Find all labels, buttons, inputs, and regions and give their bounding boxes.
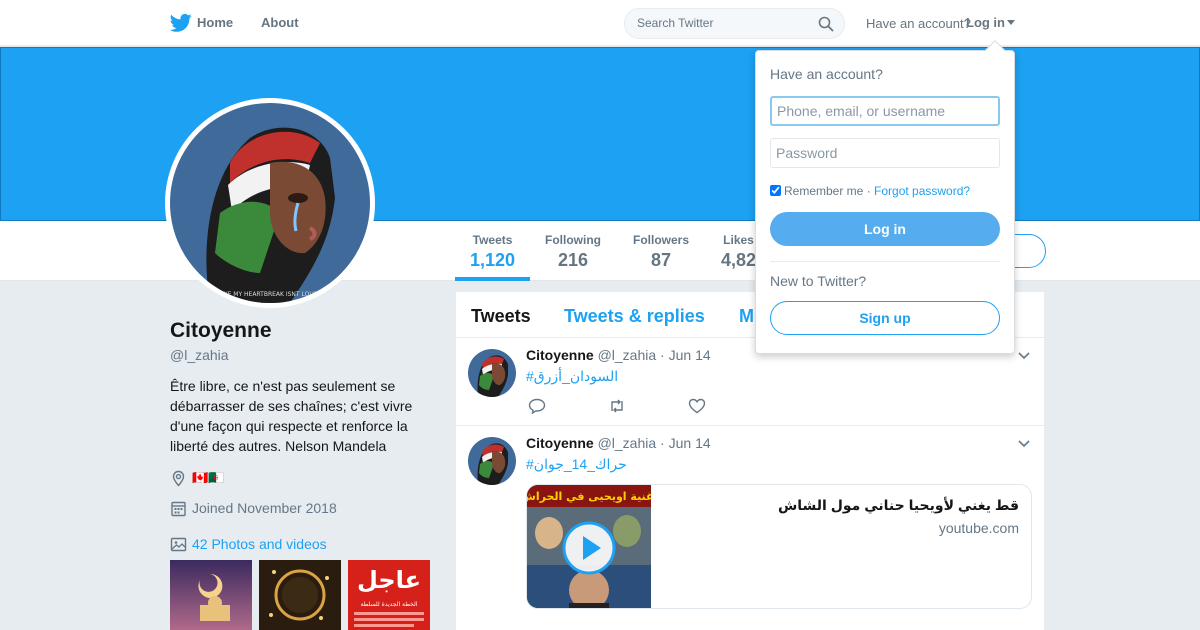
photo-icon	[170, 537, 187, 552]
new-to-twitter-text: New to Twitter?	[770, 273, 867, 289]
top-navigation: Home About Search Twitter Have an accoun…	[0, 0, 1200, 46]
location-flags: 🇨🇦🇩🇿	[192, 470, 225, 485]
remember-me-checkbox[interactable]	[770, 185, 781, 196]
login-menu-toggle[interactable]: Log in	[966, 15, 1015, 30]
caret-down-icon	[1007, 20, 1015, 25]
search-input[interactable]: Search Twitter	[624, 8, 845, 39]
profile-handle[interactable]: @l_zahia	[170, 347, 229, 363]
tweet-date[interactable]: Jun 14	[669, 347, 711, 363]
tweet-avatar-image	[468, 437, 516, 485]
nav-about-link[interactable]: About	[261, 15, 299, 30]
profile-avatar[interactable]: WE MY HEARTBREAK ISNT LOUD	[165, 98, 375, 308]
thumbnail-image	[170, 560, 252, 630]
stat-likes[interactable]: Likes 4,82	[721, 233, 756, 271]
thumbnail-headline: عاجل	[357, 566, 421, 594]
stat-label: Followers	[633, 233, 690, 247]
tweet-dot: ·	[660, 347, 665, 363]
tweet-avatar[interactable]	[468, 437, 516, 485]
joined-text: Joined November 2018	[192, 500, 337, 516]
chevron-down-icon[interactable]	[1018, 440, 1030, 448]
stat-following[interactable]: Following 216	[545, 233, 601, 271]
tweet-author-name[interactable]: Citoyenne	[526, 347, 594, 363]
forgot-password-link[interactable]: Forgot password?	[874, 184, 970, 198]
card-title[interactable]: قط يغني لأويحيا حناني مول الشاش	[778, 497, 1019, 514]
thumbnail-image	[259, 560, 341, 630]
video-title-text: أغنية اويحيى في الحراش	[527, 489, 651, 503]
avatar-image: WE MY HEARTBREAK ISNT LOUD	[170, 103, 370, 303]
tweet[interactable]: Citoyenne @l_zahia · Jun 14 #حراك_14_جوا…	[456, 426, 1044, 630]
thumbnail-image: عاجل الخطة الجديدة للسلطة	[348, 560, 430, 630]
dropdown-divider	[770, 261, 1000, 262]
profile-name[interactable]: Citoyenne	[170, 319, 272, 343]
remember-separator: ·	[863, 184, 875, 198]
search-icon[interactable]	[818, 16, 834, 32]
remember-row: Remember me · Forgot password?	[770, 184, 970, 198]
tweet-dot: ·	[660, 435, 665, 451]
stat-value: 4,82	[721, 250, 757, 270]
tweet-header: Citoyenne @l_zahia · Jun 14	[526, 435, 711, 451]
tweet-avatar[interactable]	[468, 349, 516, 397]
have-account-text: Have an account?	[866, 16, 971, 31]
tab-tweets-replies[interactable]: Tweets & replies	[564, 306, 705, 327]
tweet-hashtag[interactable]: #السودان_أزرق	[526, 368, 618, 385]
chevron-down-icon[interactable]	[1018, 352, 1030, 360]
card-domain: youtube.com	[938, 520, 1019, 536]
stat-followers[interactable]: Followers 87	[633, 233, 689, 271]
tab-media[interactable]: M	[739, 306, 754, 327]
video-thumbnail[interactable]: أغنية اويحيى في الحراش	[527, 485, 651, 608]
location-pin-icon	[172, 470, 185, 487]
like-icon[interactable]	[688, 398, 706, 414]
photos-videos-label: 42 Photos and videos	[192, 536, 327, 552]
stat-value: 1,120	[470, 250, 516, 270]
tab-tweets[interactable]: Tweets	[471, 306, 531, 327]
search-placeholder: Search Twitter	[637, 16, 714, 30]
photo-thumbnail[interactable]	[259, 560, 341, 630]
link-preview-card[interactable]: أغنية اويحيى في الحراش قط يغني لأويحيا ح…	[526, 484, 1032, 609]
tweet-author-handle[interactable]: @l_zahia	[598, 435, 657, 451]
signup-button[interactable]: Sign up	[770, 301, 1000, 335]
login-dropdown: Have an account? Remember me · Forgot pa…	[755, 40, 1015, 354]
tweet-header: Citoyenne @l_zahia · Jun 14	[526, 347, 711, 363]
tweet-author-name[interactable]: Citoyenne	[526, 435, 594, 451]
reply-icon[interactable]	[528, 398, 546, 414]
stat-label: Likes	[723, 233, 754, 247]
calendar-icon	[171, 501, 186, 517]
play-icon[interactable]	[561, 520, 617, 576]
stat-value: 87	[650, 250, 672, 270]
profile-bio: Être libre, ce n'est pas seulement se dé…	[170, 378, 413, 454]
avatar-caption: WE MY HEARTBREAK ISNT LOUD	[222, 291, 319, 298]
password-field[interactable]	[770, 138, 1000, 168]
username-field[interactable]	[770, 96, 1000, 126]
photo-thumbnail[interactable]	[170, 560, 252, 630]
tweet-avatar-image	[468, 349, 516, 397]
active-stat-underline	[455, 277, 530, 281]
avatar-illustration: WE MY HEARTBREAK ISNT LOUD	[170, 103, 370, 303]
tweet-date[interactable]: Jun 14	[669, 435, 711, 451]
dropdown-title: Have an account?	[770, 66, 883, 82]
stat-value: 216	[557, 250, 589, 270]
photo-thumbnail[interactable]: عاجل الخطة الجديدة للسلطة	[348, 560, 430, 630]
retweet-icon[interactable]	[608, 398, 626, 414]
nav-home-link[interactable]: Home	[170, 15, 233, 30]
tweet-hashtag[interactable]: #حراك_14_جوان	[526, 456, 627, 473]
login-link-label: Log in	[966, 15, 1005, 30]
remember-me-label[interactable]: Remember me	[784, 184, 863, 198]
thumbnail-subtitle: الخطة الجديدة للسلطة	[360, 601, 417, 608]
login-button[interactable]: Log in	[770, 212, 1000, 246]
tweet-author-handle[interactable]: @l_zahia	[598, 347, 657, 363]
stat-label: Tweets	[472, 233, 513, 247]
stat-tweets[interactable]: Tweets 1,120	[470, 233, 515, 271]
stat-label: Following	[545, 233, 601, 247]
